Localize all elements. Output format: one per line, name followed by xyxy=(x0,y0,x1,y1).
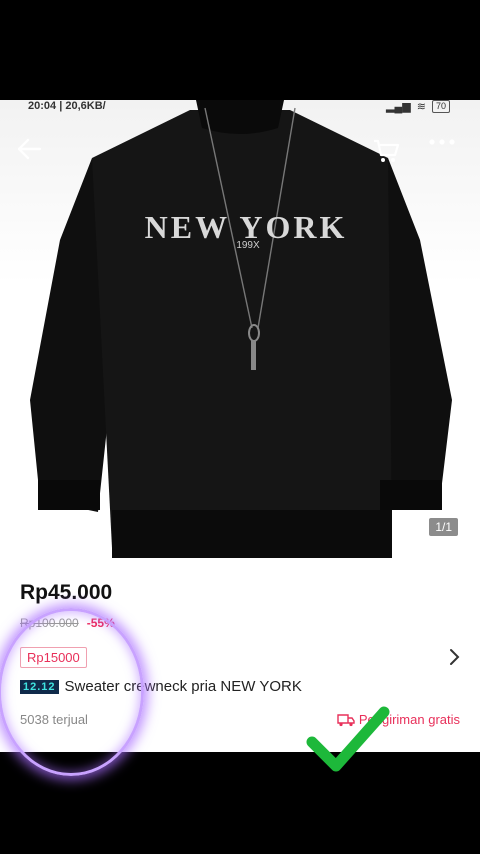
sold-count: 5038 terjual xyxy=(20,712,88,727)
product-title: Sweater crewneck pria NEW YORK xyxy=(64,678,302,695)
chevron-right-icon xyxy=(450,649,460,665)
status-time: 20:04 | 20,6KB/ xyxy=(28,100,106,112)
product-price: Rp45.000 xyxy=(20,581,113,604)
more-button[interactable] xyxy=(428,138,462,172)
image-counter: 1/1 xyxy=(429,518,458,536)
status-icons: ▂▄▆ ≋ 70 xyxy=(386,100,450,113)
product-title-row: 12.12 Sweater crewneck pria NEW YORK xyxy=(20,678,302,695)
product-image[interactable]: NEW YORK 199X 1/1 xyxy=(0,100,480,560)
status-bar: 20:04 | 20,6KB/ ▂▄▆ ≋ 70 xyxy=(0,100,480,116)
cart-button[interactable] xyxy=(372,138,406,172)
back-arrow-icon xyxy=(17,138,42,160)
back-button[interactable] xyxy=(16,138,50,172)
sweater-illustration: NEW YORK 199X xyxy=(30,100,452,558)
original-price: Rp100.000 xyxy=(20,616,79,630)
wifi-icon: ≋ xyxy=(416,101,426,113)
discount-badge: -55% xyxy=(86,616,115,630)
signal-icon: ▂▄▆ xyxy=(386,101,411,113)
promo-tag: 12.12 xyxy=(20,679,59,694)
price-row: Rp100.000 -55% xyxy=(20,616,115,630)
cart-icon xyxy=(374,139,400,162)
check-icon xyxy=(306,706,390,772)
coupon-badge[interactable]: Rp15000 xyxy=(20,647,87,668)
details-chevron[interactable] xyxy=(444,645,464,669)
product-page: 20:04 | 20,6KB/ ▂▄▆ ≋ 70 NEW YORK 199X 1… xyxy=(0,100,480,752)
more-icon xyxy=(429,139,455,145)
shirt-subprint: 199X xyxy=(236,240,260,251)
battery-icon: 70 xyxy=(431,100,450,113)
